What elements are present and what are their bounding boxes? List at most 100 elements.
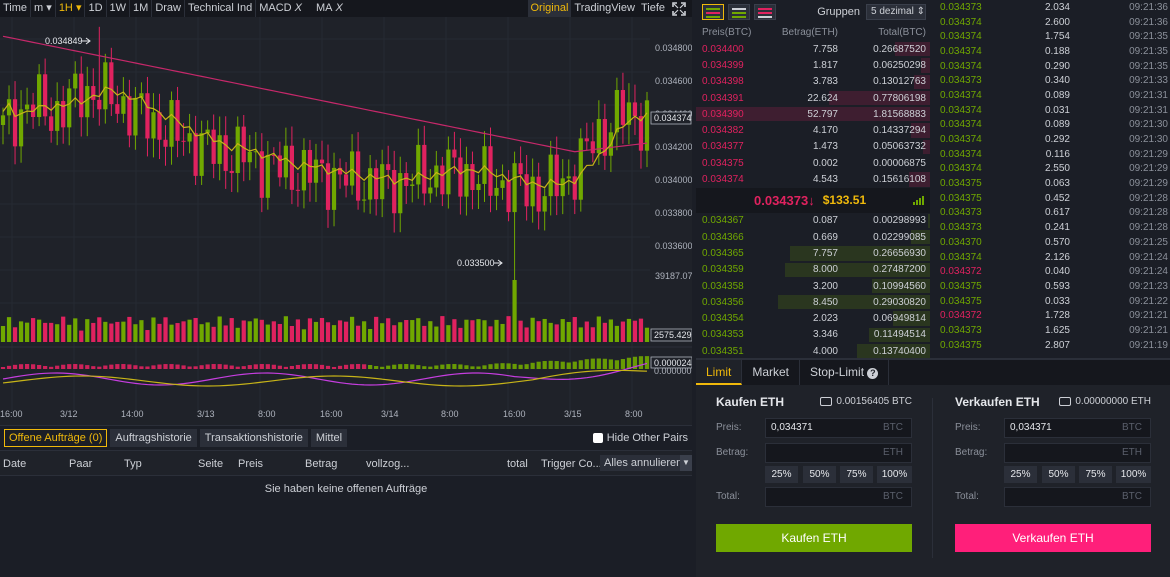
sell-50-button[interactable]: 50% <box>1042 466 1075 483</box>
volume-bar <box>157 323 162 342</box>
sell-25-button[interactable]: 25% <box>1004 466 1037 483</box>
volume-bar <box>199 324 204 342</box>
buy-25-button[interactable]: 25% <box>765 466 798 483</box>
tab-funds[interactable]: Mittel <box>310 429 348 447</box>
close-icon[interactable]: X <box>295 2 302 14</box>
tab-order-history[interactable]: Auftragshistorie <box>110 429 197 447</box>
ask-row[interactable]: 0.034391 22.624 0.77806198 <box>696 90 930 106</box>
tab-limit[interactable]: Limit <box>696 360 743 385</box>
col-type[interactable]: Typ <box>124 458 142 470</box>
buy-50-button[interactable]: 50% <box>803 466 836 483</box>
time-button[interactable]: Time <box>0 0 32 17</box>
book-view-bids-icon[interactable] <box>728 4 750 20</box>
col-filled[interactable]: vollzog... <box>366 458 409 470</box>
tab-market[interactable]: Market <box>742 360 801 385</box>
bid-row[interactable]: 0.034356 8.450 0.29030820 <box>696 294 930 310</box>
candle-body <box>434 165 439 188</box>
buy-75-button[interactable]: 75% <box>840 466 873 483</box>
volume-bar <box>398 322 403 342</box>
macd-bar <box>295 364 301 369</box>
bid-row[interactable]: 0.034358 3.200 0.10994560 <box>696 278 930 294</box>
close-icon[interactable]: X <box>335 2 342 14</box>
depth-button[interactable]: Tiefe <box>638 0 668 17</box>
checkbox[interactable] <box>592 433 603 443</box>
buy-button[interactable]: Kaufen ETH <box>716 524 912 552</box>
original-view-button[interactable]: Original <box>527 0 572 17</box>
volume-bar <box>97 317 102 342</box>
last-price: 0.034373↓ $133.51 <box>696 187 930 213</box>
wallet-icon <box>820 397 833 406</box>
col-price[interactable]: Preis <box>238 458 263 470</box>
bid-total: 0.13740400 <box>873 345 926 357</box>
macd-bar <box>30 364 36 369</box>
bid-row[interactable]: 0.034359 8.000 0.27487200 <box>696 262 930 278</box>
sell-amount-input[interactable]: ETH <box>1004 443 1151 463</box>
hide-other-pairs-toggle[interactable]: Hide Other Pairs <box>592 432 688 444</box>
interval-1d-button[interactable]: 1D <box>85 0 107 17</box>
buy-total-input[interactable]: BTC <box>765 487 912 507</box>
ask-row[interactable]: 0.034377 1.473 0.05063732 <box>696 139 930 155</box>
trade-time: 09:21:35 <box>1129 31 1168 43</box>
chevron-down-icon[interactable]: ▼ <box>680 455 692 471</box>
sell-100-button[interactable]: 100% <box>1116 466 1151 483</box>
trade-price: 0.034373 <box>940 324 982 336</box>
ask-row[interactable]: 0.034375 0.002 0.00006875 <box>696 155 930 171</box>
cancel-all-dropdown[interactable]: Alles annulieren ▼ <box>600 455 692 471</box>
col-total[interactable]: total <box>507 458 528 470</box>
macd-bar <box>482 365 487 369</box>
ask-row[interactable]: 0.034400 7.758 0.26687520 <box>696 41 930 57</box>
draw-button[interactable]: Draw <box>152 0 185 17</box>
help-icon[interactable]: ? <box>867 368 879 379</box>
col-date[interactable]: Date <box>3 458 26 470</box>
ask-row[interactable]: 0.034382 4.170 0.14337294 <box>696 122 930 138</box>
bid-row[interactable]: 0.034354 2.023 0.06949814 <box>696 310 930 326</box>
col-trigger[interactable]: Trigger Co... <box>541 458 602 470</box>
interval-1w-button[interactable]: 1W <box>107 0 131 17</box>
price-chart[interactable]: 0.0348000.0346000.0344000.0342000.034000… <box>0 17 692 425</box>
buy-price-input[interactable]: 0,034371 BTC <box>765 418 912 438</box>
volume-bar <box>512 280 517 342</box>
groups-select[interactable]: 5 dezimal ⇕ <box>866 4 926 20</box>
sell-button[interactable]: Verkaufen ETH <box>955 524 1151 552</box>
macd-bar <box>319 364 325 369</box>
sell-price-input[interactable]: 0,034371 BTC <box>1004 418 1151 438</box>
bid-row[interactable]: 0.034366 0.669 0.02299085 <box>696 229 930 245</box>
col-pair[interactable]: Paar <box>69 458 92 470</box>
bid-row[interactable]: 0.034367 0.087 0.00298993 <box>696 213 930 229</box>
tradingview-button[interactable]: TradingView <box>571 0 638 17</box>
volume-bar <box>139 320 144 342</box>
ma-indicator[interactable]: MA X <box>313 0 346 17</box>
trade-row: 0.034374 0.089 09:21:31 <box>934 88 1170 103</box>
tab-open-orders[interactable]: Offene Aufträge (0) <box>4 429 108 447</box>
tab-stop-limit[interactable]: Stop-Limit ? <box>800 360 890 385</box>
fullscreen-icon[interactable] <box>672 1 686 16</box>
col-amount[interactable]: Betrag <box>305 458 337 470</box>
ask-row[interactable]: 0.034374 4.543 0.15616108 <box>696 171 930 187</box>
bid-row[interactable]: 0.034351 4.000 0.13740400 <box>696 343 930 359</box>
buy-amount-input[interactable]: ETH <box>765 443 912 463</box>
candle-body <box>49 116 54 131</box>
bid-row[interactable]: 0.034365 7.757 0.26656930 <box>696 245 930 261</box>
macd-bar <box>133 365 138 369</box>
book-view-asks-icon[interactable] <box>754 4 776 20</box>
book-view-both-icon[interactable] <box>702 4 724 20</box>
bid-row[interactable]: 0.034353 3.346 0.11494514 <box>696 327 930 343</box>
candle-body <box>560 178 565 197</box>
tab-trade-history[interactable]: Transaktionshistorie <box>199 429 308 447</box>
sell-75-button[interactable]: 75% <box>1079 466 1112 483</box>
interval-1h-dropdown[interactable]: 1H ▾ <box>56 0 86 17</box>
sell-total-input[interactable]: BTC <box>1004 487 1151 507</box>
ask-row[interactable]: 0.034398 3.783 0.13012763 <box>696 74 930 90</box>
ask-row[interactable]: 0.034399 1.817 0.06250298 <box>696 57 930 73</box>
buy-100-button[interactable]: 100% <box>877 466 912 483</box>
macd-indicator[interactable]: MACD X <box>256 0 305 17</box>
minute-interval-dropdown[interactable]: m ▾ <box>31 0 56 17</box>
candlestick-chart[interactable]: 0.0348000.0346000.0344000.0342000.034000… <box>0 17 692 425</box>
col-side[interactable]: Seite <box>198 458 223 470</box>
volume-bar <box>548 322 553 342</box>
trade-time: 09:21:33 <box>1129 75 1168 87</box>
trade-time: 09:21:23 <box>1129 280 1168 292</box>
interval-1m-button[interactable]: 1M <box>130 0 153 17</box>
technical-indicators-button[interactable]: Technical Ind <box>185 0 257 17</box>
ask-row[interactable]: 0.034390 52.797 1.81568883 <box>696 106 930 122</box>
